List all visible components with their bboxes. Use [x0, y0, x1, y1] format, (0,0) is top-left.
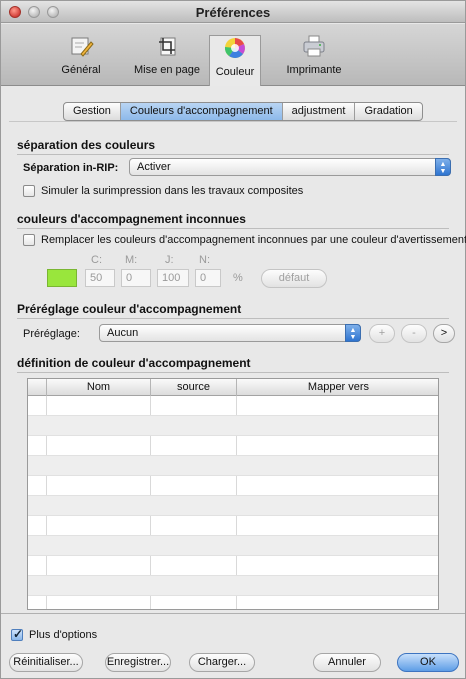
more-options-label: Plus d'options: [29, 629, 98, 641]
more-options-checkbox[interactable]: [11, 627, 23, 641]
inrip-value: Activer: [137, 161, 171, 173]
table-row[interactable]: [28, 516, 438, 536]
color-subtabs: Gestion Couleurs d'accompagnement adjust…: [63, 102, 423, 121]
definition-heading: définition de couleur d'accompagnement: [17, 356, 251, 370]
channel-c-label: C:: [91, 254, 102, 266]
printer-icon: [303, 35, 325, 57]
tab-spot-colors[interactable]: Couleurs d'accompagnement: [120, 103, 283, 120]
table-row[interactable]: [28, 496, 438, 516]
popup-arrows-icon: ▲ ▼: [345, 324, 361, 342]
remove-preset-button[interactable]: -: [401, 324, 427, 343]
unknown-heading: couleurs d'accompagnement inconnues: [17, 212, 246, 226]
default-button[interactable]: défaut: [261, 269, 327, 288]
table-row[interactable]: [28, 556, 438, 576]
channel-c-field[interactable]: 50: [85, 269, 115, 287]
simulate-overprint-label: Simuler la surimpression dans les travau…: [41, 185, 304, 197]
title-bar[interactable]: Préférences: [1, 1, 465, 23]
table-row[interactable]: [28, 596, 438, 609]
table-row[interactable]: [28, 436, 438, 456]
column-header-name[interactable]: Nom: [47, 379, 151, 396]
divider: [17, 228, 449, 229]
divider: [17, 154, 449, 155]
divider: [17, 372, 449, 373]
preset-more-button[interactable]: >: [433, 324, 455, 343]
table-row[interactable]: [28, 576, 438, 596]
table-header: Nom source Mapper vers: [28, 379, 438, 396]
divider: [17, 318, 449, 319]
toolbar-item-layout[interactable]: Mise en page: [129, 34, 205, 86]
simulate-overprint-checkbox[interactable]: [23, 185, 35, 197]
toolbar-item-printer[interactable]: Imprimante: [279, 34, 349, 86]
channel-j-field[interactable]: 100: [157, 269, 189, 287]
inrip-label: Séparation in-RIP:: [23, 162, 119, 174]
toolbar-label-printer: Imprimante: [286, 64, 342, 76]
table-row[interactable]: [28, 416, 438, 436]
reset-button[interactable]: Réinitialiser...: [9, 653, 83, 672]
preset-popup[interactable]: Aucun ▲ ▼: [99, 324, 361, 342]
inrip-popup[interactable]: Activer ▲ ▼: [129, 158, 451, 176]
preset-heading: Préréglage couleur d'accompagnement: [17, 302, 242, 316]
window-title: Préférences: [195, 5, 271, 20]
toolbar-label-layout: Mise en page: [133, 64, 201, 76]
preset-label: Préréglage:: [23, 328, 80, 340]
table-row[interactable]: [28, 536, 438, 556]
replace-unknown-label: Remplacer les couleurs d'accompagnement …: [41, 234, 466, 246]
save-button[interactable]: Enregistrer...: [105, 653, 171, 672]
toolbar-item-color[interactable]: Couleur: [209, 35, 261, 86]
warning-color-swatch[interactable]: [47, 269, 77, 287]
pencil-doc-icon: [71, 37, 94, 57]
preset-value: Aucun: [107, 327, 139, 339]
toolbar-item-general[interactable]: Général: [51, 34, 111, 86]
tab-gestion[interactable]: Gestion: [64, 103, 121, 120]
crop-page-icon: [159, 37, 176, 56]
spot-color-table[interactable]: Nom source Mapper vers: [27, 378, 439, 610]
replace-unknown-checkbox[interactable]: [23, 234, 35, 246]
divider: [1, 613, 465, 614]
color-panel: Gestion Couleurs d'accompagnement adjust…: [9, 93, 466, 613]
popup-arrows-icon: ▲ ▼: [435, 158, 451, 176]
channel-m-label: M:: [125, 254, 138, 266]
ok-button[interactable]: OK: [397, 653, 459, 672]
tab-gradation[interactable]: Gradation: [355, 103, 421, 120]
channel-j-label: J:: [165, 254, 174, 266]
channel-n-field[interactable]: 0: [195, 269, 221, 287]
separation-heading: séparation des couleurs: [17, 138, 156, 152]
column-header-select[interactable]: [28, 379, 47, 396]
load-button[interactable]: Charger...: [189, 653, 255, 672]
cancel-button[interactable]: Annuler: [313, 653, 381, 672]
add-preset-button[interactable]: +: [369, 324, 395, 343]
channel-n-label: N:: [199, 254, 210, 266]
table-row[interactable]: [28, 456, 438, 476]
preferences-window: Préférences Général Mise en page Couleur…: [0, 0, 466, 679]
table-row[interactable]: [28, 476, 438, 496]
toolbar-label-color: Couleur: [215, 66, 255, 78]
channel-m-field[interactable]: 0: [121, 269, 151, 287]
tab-adjustment[interactable]: adjustment: [283, 103, 356, 120]
table-row[interactable]: [28, 396, 438, 416]
preferences-toolbar: Général Mise en page Couleur Imprimante: [1, 24, 465, 86]
percent-label: %: [233, 272, 243, 284]
column-header-source[interactable]: source: [151, 379, 237, 396]
toolbar-label-general: Général: [61, 64, 101, 76]
color-wheel-icon: [224, 38, 245, 58]
column-header-map-to[interactable]: Mapper vers: [237, 379, 438, 396]
spot-colors-panel: séparation des couleurs Séparation in-RI…: [9, 121, 466, 613]
